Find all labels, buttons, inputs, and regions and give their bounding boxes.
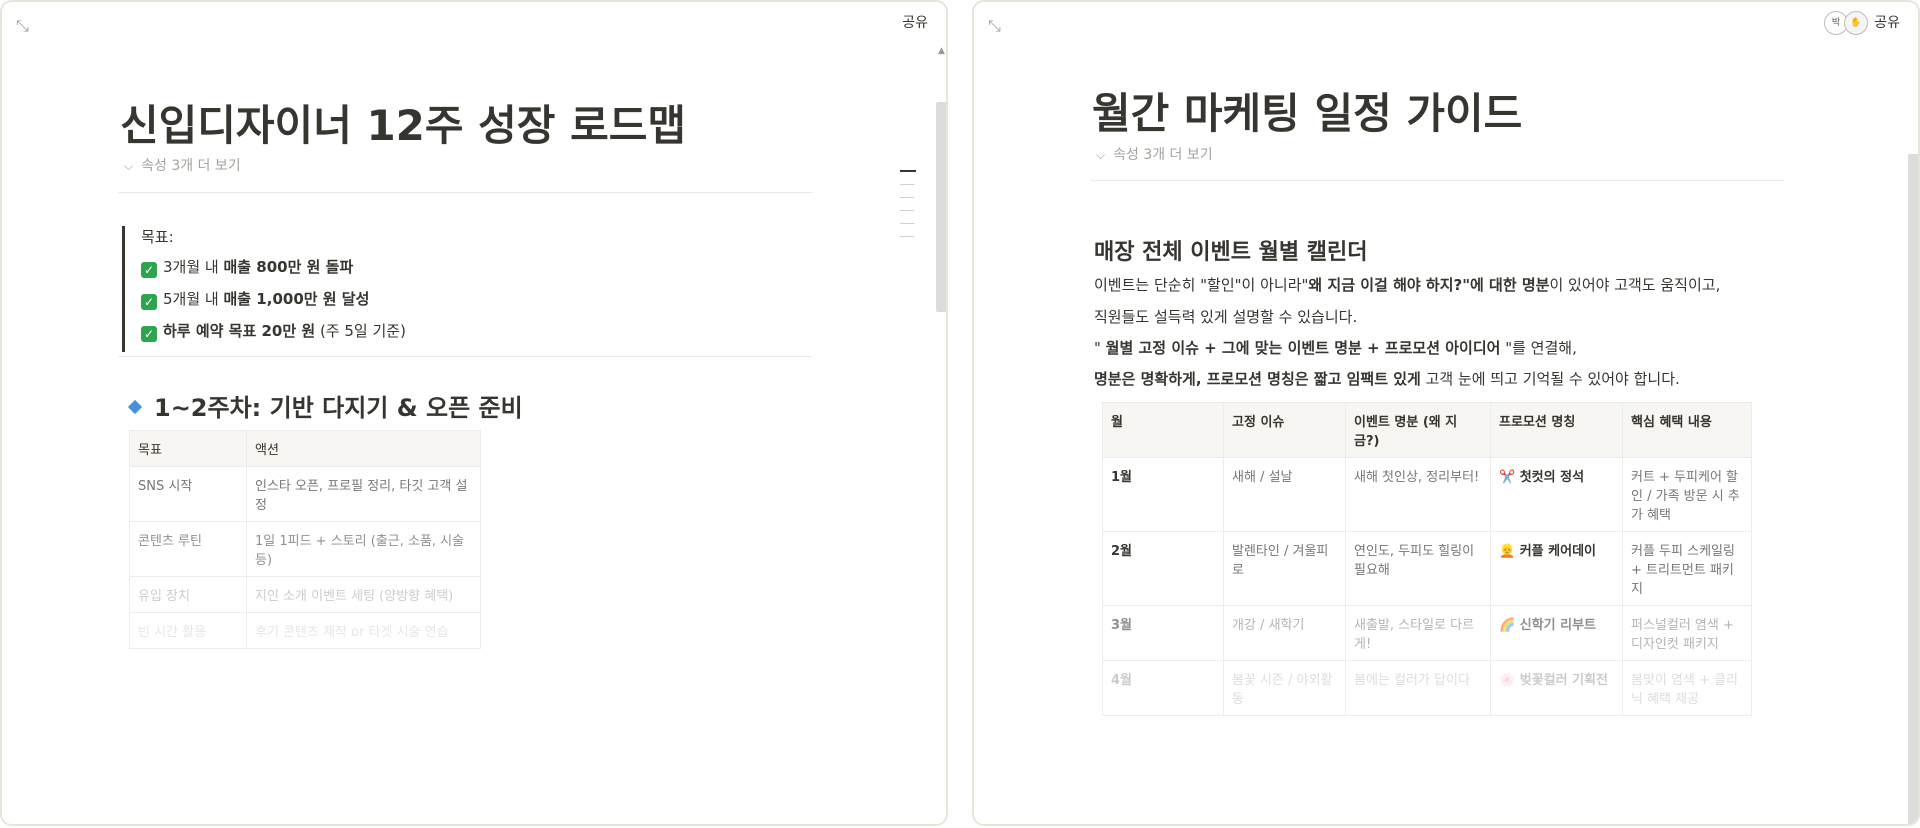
avatar[interactable]: ✋ (1844, 11, 1868, 35)
table-cell: 콘텐츠 루틴 (129, 521, 247, 577)
goal-quote-block: 목표: ✓ 3개월 내 매출 800만 원 돌파 ✓ 5개월 내 매출 1,000만… (122, 226, 406, 352)
checkmark-icon: ✓ (141, 262, 157, 278)
checkmark-icon: ✓ (141, 326, 157, 342)
paragraph: 이벤트는 단순히 "할인"이 아니라"왜 지금 이걸 해야 하지?"에 대한 명… (1094, 276, 1721, 294)
table-cell: 2월 (1102, 531, 1224, 606)
table-row: 유입 장치 지인 소개 이벤트 세팅 (양방향 혜택) (129, 576, 481, 613)
page-title: 월간 마케팅 일정 가이드 (1092, 89, 1523, 138)
paragraph: " 월별 고정 이슈 + 그에 맞는 이벤트 명분 + 프로모션 아이디어 "를… (1094, 339, 1577, 357)
goal-item: ✓ 하루 예약 목표 20만 원 (주 5일 기준) (141, 320, 406, 342)
scissors-icon: ✂️ (1499, 470, 1516, 485)
goal-title: 목표: (141, 228, 174, 246)
table-cell: 유입 장치 (129, 576, 247, 613)
column-header: 액션 (246, 430, 481, 467)
column-header: 목표 (129, 430, 247, 467)
table-cell: 빈 시간 활용 (129, 612, 247, 649)
table-header-row: 월 고정 이슈 이벤트 명분 (왜 지금?) 프로모션 명칭 핵심 혜택 내용 (1102, 402, 1752, 458)
monthly-calendar-table: 월 고정 이슈 이벤트 명분 (왜 지금?) 프로모션 명칭 핵심 혜택 내용 … (1102, 402, 1752, 716)
goal-item: ✓ 3개월 내 매출 800만 원 돌파 (141, 256, 406, 278)
chevron-down-icon: ⌵ (1096, 148, 1106, 162)
table-row: 빈 시간 활용 후기 콘텐츠 제작 or 타겟 시술 연습 (129, 612, 481, 649)
toc-line[interactable] (900, 236, 914, 237)
expand-icon[interactable]: ⤡ (988, 16, 1001, 36)
table-cell: 🌸 벚꽃컬러 기획전 (1490, 660, 1623, 716)
table-cell: 3월 (1102, 605, 1224, 661)
table-row: 4월 봄꽃 시즌 / 야외활동 봄에는 컬러가 답이다 🌸 벚꽃컬러 기획전 봄… (1102, 660, 1752, 716)
column-header: 월 (1102, 402, 1224, 458)
properties-toggle[interactable]: ⌵ 속성 3개 더 보기 (1096, 144, 1213, 164)
column-header: 이벤트 명분 (왜 지금?) (1345, 402, 1491, 458)
diamond-icon (127, 399, 143, 415)
table-cell: 새해 첫인상, 정리부터! (1345, 457, 1491, 532)
weekly-action-table: 목표 액션 SNS 시작 인스타 오픈, 프로필 정리, 타깃 고객 설정 콘텐… (129, 430, 481, 649)
toc-line[interactable] (900, 184, 914, 185)
table-cell: 4월 (1102, 660, 1224, 716)
scrollbar[interactable] (1908, 154, 1918, 824)
divider (118, 356, 812, 357)
column-header: 핵심 혜택 내용 (1622, 402, 1752, 458)
rainbow-icon: 🌈 (1499, 618, 1516, 633)
table-row: 콘텐츠 루틴 1일 1피드 + 스토리 (출근, 소품, 시술 등) (129, 521, 481, 577)
table-header-row: 목표 액션 (129, 430, 481, 467)
table-cell: SNS 시작 (129, 466, 247, 522)
checkmark-icon: ✓ (141, 294, 157, 310)
share-button[interactable]: 공유 (1874, 12, 1900, 32)
divider (118, 192, 812, 193)
left-page-panel: ⤡ 공유 신입디자이너 12주 성장 로드맵 ⌵ 속성 3개 더 보기 목표: ✓… (0, 0, 948, 826)
table-of-contents-outline[interactable] (900, 170, 916, 249)
table-cell: 🌈 신학기 리부트 (1490, 605, 1623, 661)
table-row: 3월 개강 / 새학기 새출발, 스타일로 다르게! 🌈 신학기 리부트 퍼스널… (1102, 605, 1752, 661)
expand-icon[interactable]: ⤡ (16, 16, 29, 36)
page-title: 신입디자이너 12주 성장 로드맵 (120, 101, 686, 150)
paragraph: 명분은 명확하게, 프로모션 명칭은 짧고 임팩트 있게 고객 눈에 띄고 기억… (1094, 370, 1680, 388)
table-cell: 퍼스널컬러 염색 + 디자인컷 패키지 (1622, 605, 1752, 661)
table-cell: 봄에는 컬러가 답이다 (1345, 660, 1491, 716)
toc-line[interactable] (900, 170, 916, 172)
scroll-up-arrow-icon[interactable]: ▲ (938, 46, 945, 56)
table-cell: 봄맞이 염색 + 클리닉 혜택 제공 (1622, 660, 1752, 716)
table-cell: 개강 / 새학기 (1223, 605, 1346, 661)
section-heading: 1~2주차: 기반 다지기 & 오픈 준비 (127, 388, 523, 423)
table-cell: ✂️ 첫컷의 정석 (1490, 457, 1623, 532)
properties-toggle[interactable]: ⌵ 속성 3개 더 보기 (124, 155, 241, 175)
right-page-panel: ⤡ 박 ✋ 공유 월간 마케팅 일정 가이드 ⌵ 속성 3개 더 보기 매장 전체… (972, 0, 1920, 826)
toc-line[interactable] (900, 223, 914, 224)
divider (1090, 180, 1784, 181)
chevron-down-icon: ⌵ (124, 159, 134, 173)
person-icon: 👱 (1499, 544, 1516, 559)
table-cell: 👱 커플 케어데이 (1490, 531, 1623, 606)
table-cell: 봄꽃 시즌 / 야외활동 (1223, 660, 1346, 716)
share-button[interactable]: 공유 (902, 12, 928, 32)
table-cell: 1일 1피드 + 스토리 (출근, 소품, 시술 등) (246, 521, 481, 577)
table-cell: 커플 두피 스케일링 + 트리트먼트 패키지 (1622, 531, 1752, 606)
table-row: 2월 발렌타인 / 겨울피로 연인도, 두피도 힐링이 필요해 👱 커플 케어데… (1102, 531, 1752, 606)
table-cell: 발렌타인 / 겨울피로 (1223, 531, 1346, 606)
table-cell: 1월 (1102, 457, 1224, 532)
section-heading: 매장 전체 이벤트 월별 캘린더 (1094, 240, 1368, 265)
table-row: 1월 새해 / 설날 새해 첫인상, 정리부터! ✂️ 첫컷의 정석 커트 + … (1102, 457, 1752, 532)
paragraph: 직원들도 설득력 있게 설명할 수 있습니다. (1094, 308, 1358, 326)
column-header: 고정 이슈 (1223, 402, 1346, 458)
table-cell: 인스타 오픈, 프로필 정리, 타깃 고객 설정 (246, 466, 481, 522)
flower-icon: 🌸 (1499, 673, 1516, 688)
table-cell: 후기 콘텐츠 제작 or 타겟 시술 연습 (246, 612, 481, 649)
toc-line[interactable] (900, 197, 914, 198)
column-header: 프로모션 명칭 (1490, 402, 1623, 458)
goal-item: ✓ 5개월 내 매출 1,000만 원 달성 (141, 288, 406, 310)
table-cell: 커트 + 두피케어 할인 / 가족 방문 시 추가 혜택 (1622, 457, 1752, 532)
toc-line[interactable] (900, 210, 914, 211)
table-cell: 새출발, 스타일로 다르게! (1345, 605, 1491, 661)
scrollbar[interactable] (936, 102, 946, 312)
table-cell: 지인 소개 이벤트 세팅 (양방향 혜택) (246, 576, 481, 613)
table-cell: 연인도, 두피도 힐링이 필요해 (1345, 531, 1491, 606)
table-row: SNS 시작 인스타 오픈, 프로필 정리, 타깃 고객 설정 (129, 466, 481, 522)
table-cell: 새해 / 설날 (1223, 457, 1346, 532)
